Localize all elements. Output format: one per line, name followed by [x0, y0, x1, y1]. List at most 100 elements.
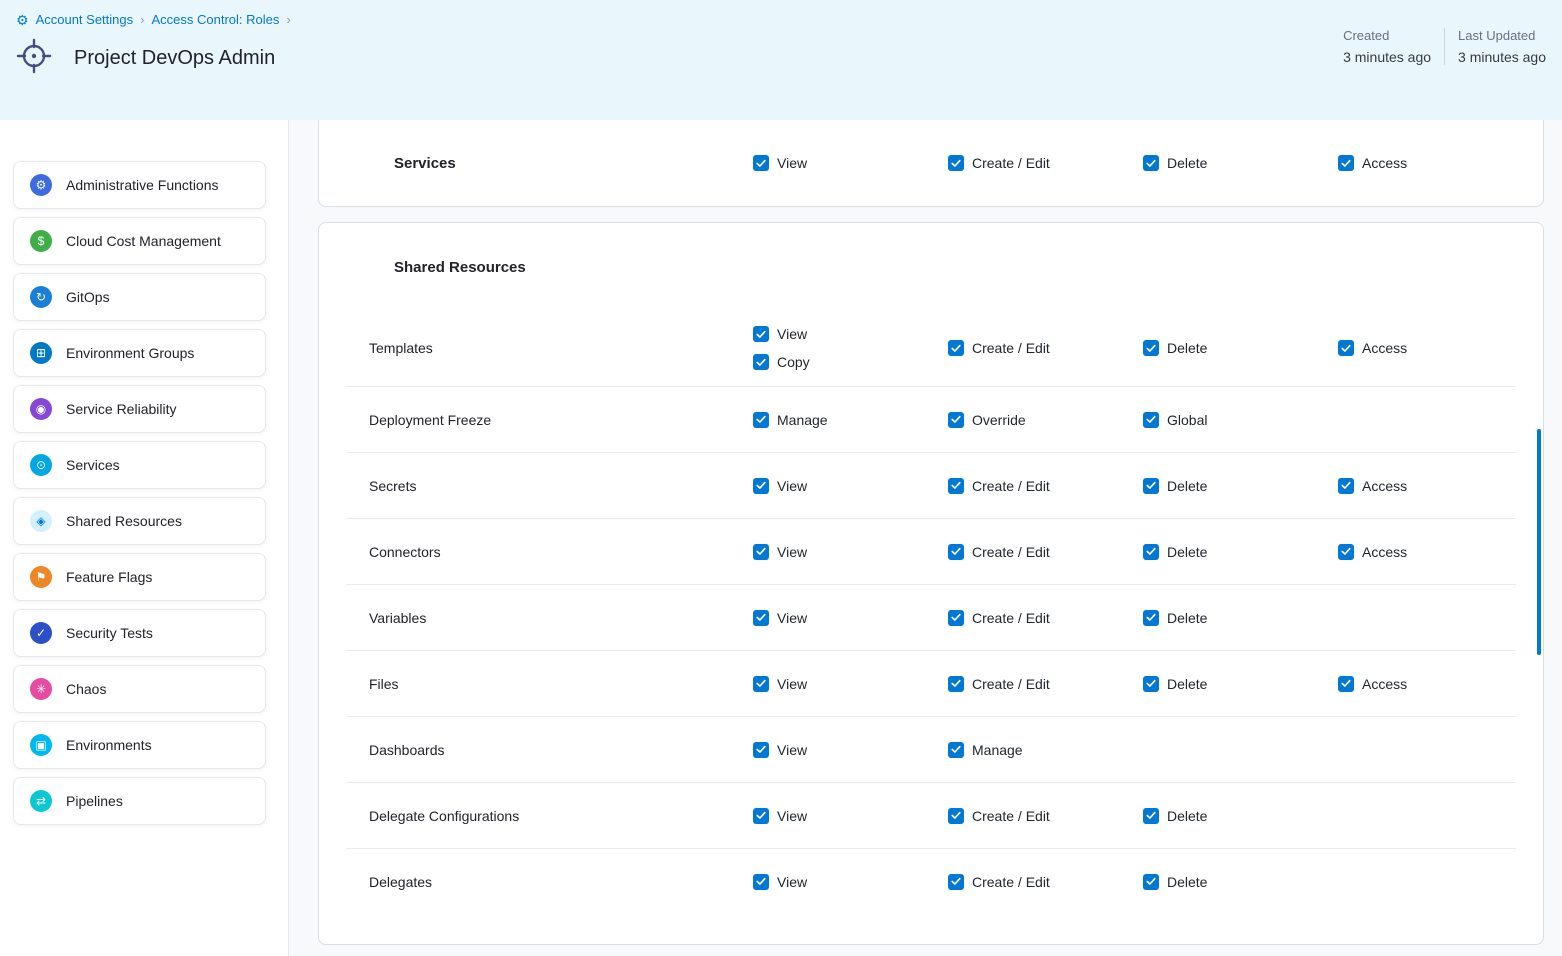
- checkbox-create-edit[interactable]: Create / Edit: [948, 676, 1143, 692]
- checkbox-label: View: [777, 478, 807, 494]
- checkbox-manage[interactable]: Manage: [753, 412, 948, 428]
- checkbox-delete[interactable]: Delete: [1143, 478, 1338, 494]
- checkbox-checked-icon: [1143, 676, 1159, 692]
- checkbox-view[interactable]: View: [753, 155, 948, 171]
- checkbox-access[interactable]: Access: [1338, 155, 1543, 171]
- permission-cell: Create / Edit: [948, 585, 1143, 650]
- role-target-icon: [16, 38, 52, 79]
- sidebar-item-label: GitOps: [66, 289, 110, 305]
- permission-cell: [1338, 585, 1516, 650]
- checkbox-view[interactable]: View: [753, 676, 948, 692]
- sidebar-item-pipelines[interactable]: ⇄Pipelines: [13, 777, 266, 825]
- last-updated-value: 3 minutes ago: [1458, 49, 1546, 65]
- row-label: Delegate Configurations: [346, 808, 753, 824]
- checkbox-manage[interactable]: Manage: [948, 742, 1143, 758]
- shared-resources-rows: TemplatesViewCopyCreate / EditDeleteAcce…: [346, 310, 1516, 914]
- checkbox-delete[interactable]: Delete: [1143, 544, 1338, 560]
- checkbox-create-edit[interactable]: Create / Edit: [948, 610, 1143, 626]
- permission-cell: Access: [1338, 651, 1516, 716]
- checkbox-view[interactable]: View: [753, 544, 948, 560]
- checkbox-access[interactable]: Access: [1338, 544, 1516, 560]
- row-label: Files: [346, 676, 753, 692]
- checkbox-delete[interactable]: Delete: [1143, 808, 1338, 824]
- sidebar-item-security-tests[interactable]: ✓Security Tests: [13, 609, 266, 657]
- meta-divider: [1444, 28, 1445, 65]
- checkbox-global[interactable]: Global: [1143, 412, 1338, 428]
- permission-cell: [1338, 387, 1516, 452]
- sidebar-item-service-reliability[interactable]: ◉Service Reliability: [13, 385, 266, 433]
- checkbox-checked-icon: [753, 544, 769, 560]
- checkbox-delete[interactable]: Delete: [1143, 155, 1338, 171]
- permission-cell: Create / Edit: [948, 849, 1143, 914]
- checkbox-view[interactable]: View: [753, 326, 948, 342]
- sidebar-item-label: Feature Flags: [66, 569, 152, 585]
- environments-icon: ▣: [30, 734, 52, 756]
- permission-cell: Delete: [1143, 519, 1338, 584]
- checkbox-label: Access: [1362, 340, 1407, 356]
- permission-cell: Create / Edit: [948, 453, 1143, 518]
- checkbox-checked-icon: [1338, 340, 1354, 356]
- row-label: Deployment Freeze: [346, 412, 753, 428]
- chaos-icon: ✳: [30, 678, 52, 700]
- checkbox-create-edit[interactable]: Create / Edit: [948, 544, 1143, 560]
- checkbox-create-edit[interactable]: Create / Edit: [948, 340, 1143, 356]
- sidebar-item-environments[interactable]: ▣Environments: [13, 721, 266, 769]
- permission-cell: Create / Edit: [948, 310, 1143, 386]
- permission-cell: [1338, 783, 1516, 848]
- checkbox-create-edit[interactable]: Create / Edit: [948, 155, 1143, 171]
- checkbox-label: Delete: [1167, 478, 1207, 494]
- checkbox-delete[interactable]: Delete: [1143, 610, 1338, 626]
- checkbox-label: Manage: [972, 742, 1023, 758]
- checkbox-view[interactable]: View: [753, 874, 948, 890]
- checkbox-view[interactable]: View: [753, 610, 948, 626]
- checkbox-delete[interactable]: Delete: [1143, 874, 1338, 890]
- checkbox-checked-icon: [1143, 808, 1159, 824]
- checkbox-checked-icon: [1338, 676, 1354, 692]
- permission-cell: Create / Edit: [948, 651, 1143, 716]
- checkbox-access[interactable]: Access: [1338, 478, 1516, 494]
- scrollbar-thumb[interactable]: [1537, 429, 1541, 655]
- checkbox-checked-icon: [753, 874, 769, 890]
- checkbox-access[interactable]: Access: [1338, 676, 1516, 692]
- sidebar-item-gitops[interactable]: ↻GitOps: [13, 273, 266, 321]
- sidebar-item-administrative-functions[interactable]: ⚙Administrative Functions: [13, 161, 266, 209]
- checkbox-create-edit[interactable]: Create / Edit: [948, 808, 1143, 824]
- sidebar-item-label: Shared Resources: [66, 513, 182, 529]
- permission-cell: Global: [1143, 387, 1338, 452]
- checkbox-label: View: [777, 544, 807, 560]
- checkbox-checked-icon: [753, 676, 769, 692]
- breadcrumb-link-account-settings[interactable]: Account Settings: [36, 12, 134, 27]
- row-label: Secrets: [346, 478, 753, 494]
- checkbox-label: View: [777, 808, 807, 824]
- checkbox-create-edit[interactable]: Create / Edit: [948, 874, 1143, 890]
- breadcrumb-separator: ›: [140, 12, 144, 27]
- breadcrumb-link-access-control-roles[interactable]: Access Control: Roles: [151, 12, 279, 27]
- environment-groups-icon: ⊞: [30, 342, 52, 364]
- checkbox-copy[interactable]: Copy: [753, 354, 948, 370]
- checkbox-label: Delete: [1167, 808, 1207, 824]
- checkbox-delete[interactable]: Delete: [1143, 676, 1338, 692]
- sidebar-item-cloud-cost-management[interactable]: $Cloud Cost Management: [13, 217, 266, 265]
- permission-cell: Delete: [1143, 651, 1338, 716]
- sidebar-item-services[interactable]: ⊙Services: [13, 441, 266, 489]
- checkbox-view[interactable]: View: [753, 742, 948, 758]
- checkbox-view[interactable]: View: [753, 808, 948, 824]
- permission-cell: View Copy: [753, 310, 948, 386]
- gear-icon: ⚙: [30, 174, 52, 196]
- sidebar-item-label: Chaos: [66, 681, 106, 697]
- checkbox-override[interactable]: Override: [948, 412, 1143, 428]
- checkbox-access[interactable]: Access: [1338, 340, 1516, 356]
- sidebar-item-shared-resources[interactable]: ◈Shared Resources: [13, 497, 266, 545]
- checkbox-checked-icon: [753, 478, 769, 494]
- sidebar-item-feature-flags[interactable]: ⚑Feature Flags: [13, 553, 266, 601]
- checkbox-view[interactable]: View: [753, 478, 948, 494]
- permission-row-files: FilesViewCreate / EditDeleteAccess: [346, 651, 1516, 717]
- sidebar-item-environment-groups[interactable]: ⊞Environment Groups: [13, 329, 266, 377]
- checkbox-checked-icon: [1338, 544, 1354, 560]
- checkbox-create-edit[interactable]: Create / Edit: [948, 478, 1143, 494]
- checkbox-checked-icon: [948, 412, 964, 428]
- sidebar-item-chaos[interactable]: ✳ Chaos: [13, 665, 266, 713]
- permissions-main: Services ViewCreate / EditDeleteAccess S…: [289, 120, 1562, 956]
- permission-row-dashboards: DashboardsViewManage: [346, 717, 1516, 783]
- checkbox-delete[interactable]: Delete: [1143, 340, 1338, 356]
